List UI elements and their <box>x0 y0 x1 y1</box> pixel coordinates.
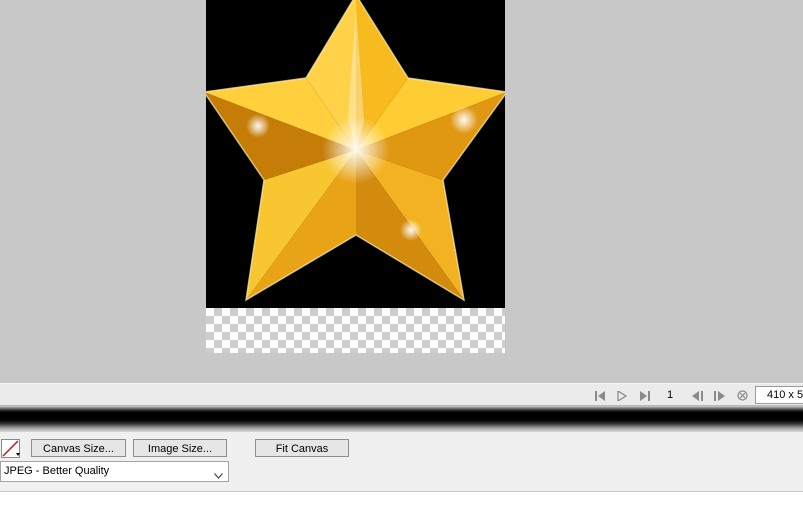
export-format-value: JPEG - Better Quality <box>4 465 110 477</box>
properties-panel: Canvas Size... Image Size... Fit Canvas … <box>0 432 803 492</box>
next-frame-icon[interactable] <box>712 389 726 402</box>
transparent-area <box>206 308 505 353</box>
previous-frame-icon[interactable] <box>690 389 704 402</box>
image-size-readout: 410 x 5 <box>755 386 803 404</box>
export-format-select[interactable]: JPEG - Better Quality <box>0 461 229 482</box>
canvas-workspace[interactable] <box>0 0 803 383</box>
stop-icon[interactable] <box>735 389 749 402</box>
chevron-down-icon <box>214 467 223 486</box>
panel-divider[interactable] <box>0 406 803 432</box>
star-image <box>206 0 505 308</box>
document-canvas[interactable] <box>206 0 505 353</box>
last-frame-icon[interactable] <box>638 389 652 402</box>
status-bar: 1 410 x 5 <box>0 383 803 406</box>
play-icon[interactable] <box>615 389 629 402</box>
star-graphic <box>206 0 505 302</box>
fit-canvas-button[interactable]: Fit Canvas <box>255 439 349 457</box>
image-size-button[interactable]: Image Size... <box>133 439 227 457</box>
stroke-color-dropdown-icon[interactable] <box>16 453 20 456</box>
canvas-size-button[interactable]: Canvas Size... <box>31 439 126 457</box>
first-frame-icon[interactable] <box>593 389 607 402</box>
frame-number: 1 <box>667 389 674 401</box>
